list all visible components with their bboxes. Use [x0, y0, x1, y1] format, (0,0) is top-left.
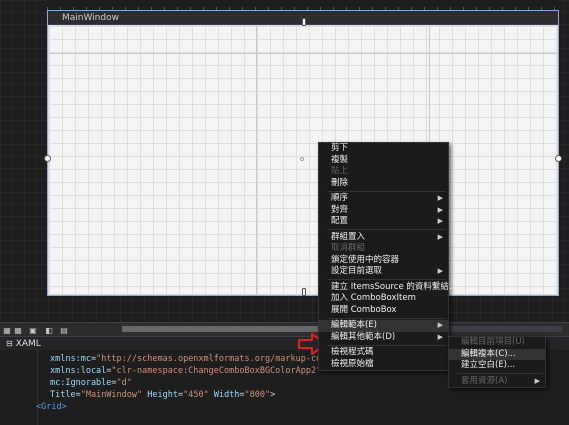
snap-icon[interactable]: ▣	[28, 325, 38, 335]
grid-view-icon[interactable]: ▦	[2, 325, 12, 335]
menu-item-label: 套用資源(A)	[461, 375, 508, 386]
menu-item[interactable]: 刪除	[319, 178, 448, 190]
menu-item[interactable]: 群組置入 ▶	[319, 232, 448, 244]
code-token: Title	[50, 390, 76, 400]
menu-item[interactable]: 建立空白(E)...	[449, 360, 545, 372]
code-token: "MainWindow"	[80, 390, 143, 400]
menu-item[interactable]: 對齊 ▶	[319, 205, 448, 217]
grid-guide	[256, 26, 257, 294]
menu-item[interactable]: 檢視程式碼	[319, 347, 448, 359]
menu-item-label: 建立空白(E)...	[461, 360, 516, 370]
menu-item: 貼上	[319, 166, 448, 178]
code-token: "clr-namespace:ChangeComboBoxBGColorApp2…	[111, 366, 322, 376]
code-token: Height	[147, 390, 178, 400]
split-icon: ⊟	[6, 339, 13, 348]
code-token: <Grid>	[36, 402, 67, 412]
code-token: "http://schemas.openxmlformats.org/marku…	[96, 354, 337, 364]
center-point	[300, 157, 304, 161]
code-token: >	[270, 390, 276, 400]
menu-item-label: 配置	[331, 216, 349, 226]
submenu-arrow-icon: ▶	[437, 205, 443, 214]
submenu-arrow-icon: ▶	[437, 217, 443, 225]
tab-xaml-label: XAML	[15, 338, 41, 349]
menu-item[interactable]: 編輯其他範本(D) ▶	[319, 332, 448, 344]
code-token: "800"	[244, 390, 271, 400]
line-gutter	[0, 350, 38, 425]
submenu-arrow-icon: ▶	[437, 332, 443, 341]
code-token: xmlns:mc	[50, 354, 91, 364]
grid-guide	[49, 53, 557, 54]
menu-item-label: 取消群組	[331, 243, 366, 253]
menu-item-label: 群組置入	[331, 231, 366, 242]
menu-item-label: 建立 ItemsSource 的資料繫結...	[331, 281, 457, 292]
menu-item-label: 檢視原始檔	[331, 358, 374, 369]
menu-separator	[327, 279, 446, 280]
code-icon[interactable]: ▤	[59, 325, 69, 335]
menu-item: 取消群組	[319, 243, 448, 255]
tab-xaml[interactable]: ⊟ XAML	[0, 337, 47, 351]
resize-handle-right[interactable]	[555, 155, 562, 162]
code-line: Title="MainWindow" Height="450" Width="8…	[50, 390, 275, 400]
menu-item-label: 編輯複本(C)...	[461, 348, 516, 359]
menu-item[interactable]: 展開 ComboBox	[319, 305, 448, 317]
submenu-arrow-icon: ▶	[437, 321, 443, 329]
submenu-arrow-icon: ▶	[534, 376, 540, 385]
menu-item-label: 剪下	[331, 143, 349, 153]
menu-item[interactable]: 設定目前選取 ▶	[319, 266, 448, 278]
resize-handle-left[interactable]	[44, 155, 51, 162]
context-menu[interactable]: 剪下 複製 貼上 刪除順序 ▶ 對齊 ▶ 配置 ▶ 群組置入 ▶ 取消群組 鎖定使用中的容器 設定目前選取…	[318, 142, 457, 371]
resize-handle-top[interactable]	[302, 18, 306, 26]
menu-item[interactable]: 順序 ▶	[319, 193, 448, 205]
menu-item[interactable]: 建立 ItemsSource 的資料繫結...	[319, 282, 457, 294]
resize-handle-bottom[interactable]	[302, 288, 306, 296]
submenu-arrow-icon: ▶	[437, 232, 443, 241]
menu-item-label: 加入 ComboBoxItem	[331, 293, 416, 303]
menu-item-label: 編輯目前項目(U)	[461, 337, 525, 347]
menu-item-label: 檢視程式碼	[331, 347, 374, 357]
menu-separator	[457, 373, 543, 374]
design-window[interactable]: MainWindow	[47, 10, 559, 296]
menu-item[interactable]: 剪下	[319, 143, 448, 155]
menu-item[interactable]: 配置 ▶	[319, 216, 448, 228]
menu-item-label: 複製	[331, 154, 349, 165]
menu-item-label: 對齊	[331, 204, 349, 215]
menu-item-label: 刪除	[331, 177, 349, 188]
code-token: xmlns:local	[50, 366, 107, 376]
menu-item-label: 編輯其他範本(D)	[331, 331, 396, 342]
menu-item: 套用資源(A) ▶	[449, 376, 545, 388]
code-token: Width	[213, 390, 240, 400]
code-line: mc:Ignorable="d"	[50, 378, 132, 388]
code-line: xmlns:local="clr-namespace:ChangeComboBo…	[50, 366, 321, 376]
code-line: xmlns:mc="http://schemas.openxmlformats.…	[50, 354, 337, 364]
code-token: "450"	[183, 390, 209, 400]
code-token: "d"	[116, 378, 132, 388]
effects-icon[interactable]: ◧	[44, 325, 54, 335]
menu-item[interactable]: 鎖定使用中的容器	[319, 255, 448, 267]
menu-item-label: 貼上	[331, 166, 349, 176]
menu-item[interactable]: 編輯複本(C)...	[449, 348, 545, 360]
edit-template-submenu[interactable]: 編輯目前項目(U) 編輯複本(C)... 建立空白(E)... 套用資源(A) ▶	[448, 336, 546, 388]
menu-item-label: 順序	[331, 193, 349, 203]
menu-item: 編輯目前項目(U)	[449, 337, 545, 349]
menu-item[interactable]: 檢視原始檔	[319, 359, 448, 371]
code-token: mc:Ignorable	[50, 378, 112, 388]
menu-item-label: 設定目前選取	[331, 266, 383, 276]
menu-separator	[327, 317, 446, 319]
submenu-arrow-icon: ▶	[437, 267, 443, 275]
horizontal-ruler	[47, 0, 559, 10]
menu-item[interactable]: 加入 ComboBoxItem	[319, 293, 448, 305]
menu-separator	[327, 190, 446, 192]
grid-toggle-icon[interactable]: ▦	[13, 325, 23, 335]
menu-item-label: 鎖定使用中的容器	[331, 254, 400, 265]
menu-item[interactable]: 複製	[319, 155, 448, 167]
code-line: <Grid>	[36, 402, 67, 412]
menu-item-label: 編輯範本(E)	[331, 320, 378, 330]
menu-item-label: 展開 ComboBox	[331, 304, 397, 315]
menu-item[interactable]: 編輯範本(E) ▶	[319, 320, 448, 332]
designer-surface[interactable]: MainWindow	[0, 0, 569, 322]
menu-separator	[327, 229, 446, 230]
scrollbar-thumb[interactable]	[122, 326, 322, 332]
submenu-arrow-icon: ▶	[437, 194, 443, 202]
menu-separator	[327, 344, 446, 346]
